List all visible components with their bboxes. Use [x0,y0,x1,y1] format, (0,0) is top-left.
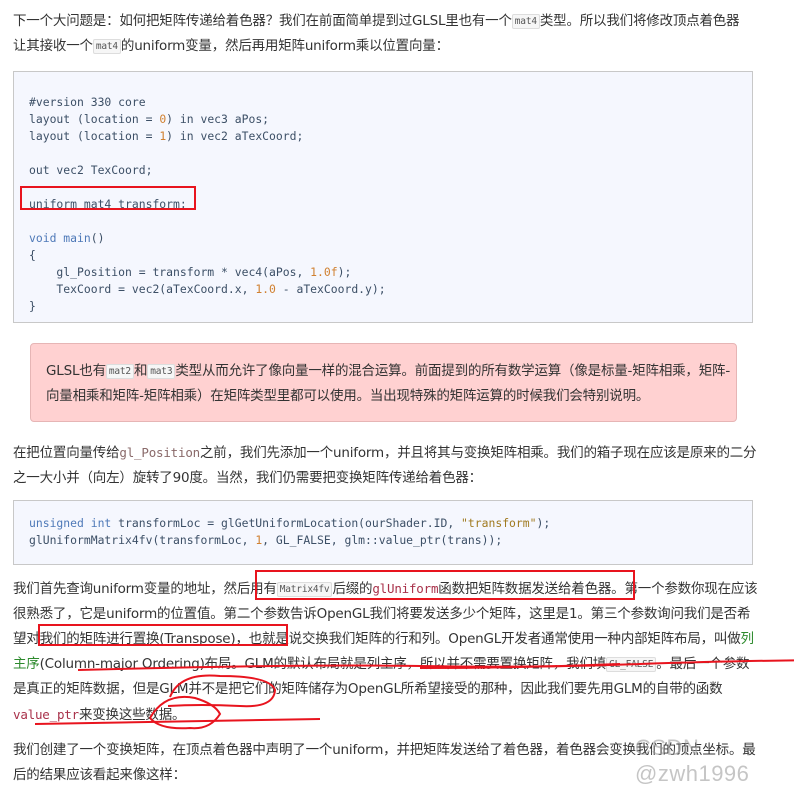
note-text-part: GLSL也有 [46,363,106,379]
watermark: CSDN @zwh1996 [635,735,750,786]
intro-paragraph: 下一个大问题是：如何把矩阵传递给着色器？我们在前面简单提到过GLSL里也有一个 m… [13,9,758,59]
inline-code-gl-position: gl_Position [119,445,200,460]
code-line: TexCoord = vec2(aTexCoord.x, 1.0 - aTexC… [29,282,386,296]
para-text: (Column-major Ordering)布局。GLM的默认布局就是列主序，… [39,656,607,672]
para-text: 后缀的 [332,581,373,597]
paragraph-gl-position: 在把位置向量传给gl_Position之前，我们先添加一个uniform，并且将… [13,440,758,491]
inline-code-gl-false: GL_FALSE [606,657,657,672]
note-box: GLSL也有 mat2 和 mat3 类型从而允许了像向量一样的混合运算。前面提到的所有… [30,343,737,422]
para-text: 我们首先查询uniform变量的地址，然后用有 [13,581,277,597]
code-keyword: unsigned int [29,516,112,530]
code-text: transformLoc = glGetUniformLocation(ourS… [111,516,462,530]
intro-text: 下一个大问题是：如何把矩阵传递给着色器？我们在前面简单提到过GLSL里也有一个 [13,13,512,29]
code-line: unsigned int transformLoc = glGetUniform… [14,515,752,532]
inline-code-matrix4fv: Matrix4fv [276,582,333,597]
vertex-shader-code-block: #version 330 core layout (location = 0) … [13,71,753,323]
inline-code-mat4: mat4 [92,39,121,54]
para-text: 来变换这些数据。 [78,707,186,723]
intro-text: 类型。所以我们将修改顶点着色器 [539,13,740,29]
code-line: gl_Position = transform * vec4(aPos, 1.0… [29,265,352,279]
note-text-part: 和 [133,363,148,379]
code-string: "transform" [461,516,537,530]
inline-code-gluniform: glUniform [372,581,439,596]
code-line: layout (location = 0) in vec3 aPos; [29,112,270,126]
code-line: out vec2 TexCoord; [29,163,153,177]
para-text: 在把位置向量传给 [13,445,120,461]
code-line: glUniformMatrix4fv(transformLoc, 1, GL_F… [14,532,752,549]
code-text: glUniformMatrix4fv(transformLoc, [29,533,256,547]
code-line: #version 330 core [29,95,146,109]
code-text: , GL_FALSE, glm::value_ptr(trans)); [262,533,503,547]
paragraph-uniform-explanation: 我们首先查询uniform变量的地址，然后用有 Matrix4fv 后缀的glUni… [13,576,758,728]
inline-code-mat2: mat2 [105,364,134,379]
intro-text: 让其接收一个 [13,38,93,54]
code-text: ); [536,516,551,530]
inline-code-mat3: mat3 [147,364,176,379]
note-text: GLSL也有 mat2 和 mat3 类型从而允许了像向量一样的混合运算。前面提到的所有… [46,359,736,409]
code-line: { [29,248,36,262]
code-line: void main() [29,231,105,245]
cpp-code-block: unsigned int transformLoc = glGetUniform… [13,500,753,565]
inline-code-value-ptr: value_ptr [13,707,79,722]
code-line: layout (location = 1) in vec2 aTexCoord; [29,129,304,143]
inline-code-mat4: mat4 [511,14,540,29]
code-line: } [29,299,36,313]
intro-text: 的uniform变量，然后再用矩阵uniform乘以位置向量： [120,38,449,54]
code-line-highlighted: uniform mat4 transform; [29,197,187,211]
